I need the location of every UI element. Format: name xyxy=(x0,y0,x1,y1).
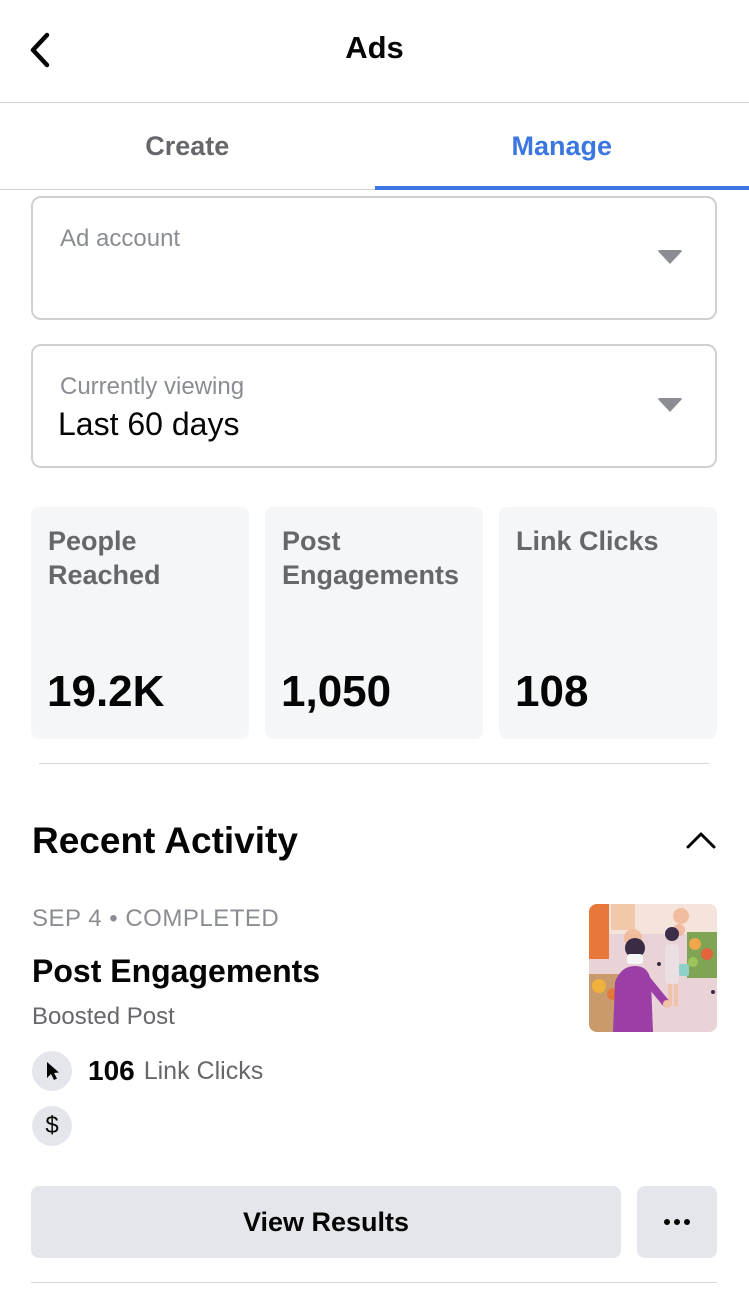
date-range-select[interactable]: Currently viewing Last 60 days xyxy=(31,344,717,468)
dollar-symbol: $ xyxy=(45,1112,59,1139)
ad-thumbnail[interactable] xyxy=(589,904,717,1032)
dot xyxy=(664,1219,670,1225)
activity-title: Post Engagements xyxy=(32,953,321,989)
stat-label: People Reached xyxy=(48,526,161,590)
stat-label: Post Engagements xyxy=(282,526,460,590)
more-options-button[interactable] xyxy=(637,1186,717,1258)
metric-row-spend: $ xyxy=(32,1106,72,1146)
date-range-value: Last 60 days xyxy=(58,406,240,442)
caret-down-icon xyxy=(657,250,683,264)
tab-manage[interactable]: Manage xyxy=(374,103,749,190)
dot xyxy=(684,1219,690,1225)
app-header: Ads xyxy=(0,0,749,103)
market-illustration-image xyxy=(589,904,717,1032)
divider xyxy=(31,1282,717,1283)
ad-account-select[interactable]: Ad account xyxy=(31,196,717,320)
metric-row-link-clicks: 106 Link Clicks xyxy=(32,1051,263,1091)
tab-bar: Create Manage xyxy=(0,103,749,190)
stat-value: 1,050 xyxy=(281,667,392,716)
tab-create[interactable]: Create xyxy=(0,103,375,189)
activity-meta: SEP 4 • COMPLETED xyxy=(32,905,280,932)
stat-value: 19.2K xyxy=(47,667,165,716)
stat-card-link-clicks[interactable]: Link Clicks 108 xyxy=(499,507,717,739)
stats-row: People Reached 19.2K Post Engagements 1,… xyxy=(31,507,717,739)
section-title: Recent Activity xyxy=(32,820,298,861)
caret-down-icon xyxy=(657,398,683,412)
page-title: Ads xyxy=(345,30,404,65)
cursor-icon xyxy=(32,1051,72,1091)
divider xyxy=(39,763,709,764)
link-clicks-value: 106 xyxy=(88,1055,135,1086)
date-range-label: Currently viewing xyxy=(60,373,245,400)
dollar-icon: $ xyxy=(32,1106,72,1146)
chevron-up-icon xyxy=(686,832,716,849)
stat-value: 108 xyxy=(515,667,589,716)
view-results-button[interactable]: View Results xyxy=(31,1186,621,1258)
dot xyxy=(674,1219,680,1225)
stat-card-people-reached[interactable]: People Reached 19.2K xyxy=(31,507,249,739)
stat-label: Link Clicks xyxy=(516,526,659,556)
link-clicks-label: Link Clicks xyxy=(143,1056,264,1085)
activity-subtitle: Boosted Post xyxy=(32,1003,175,1030)
ad-account-label: Ad account xyxy=(60,225,181,252)
collapse-button[interactable] xyxy=(680,822,722,858)
stat-card-post-engagements[interactable]: Post Engagements 1,050 xyxy=(265,507,483,739)
